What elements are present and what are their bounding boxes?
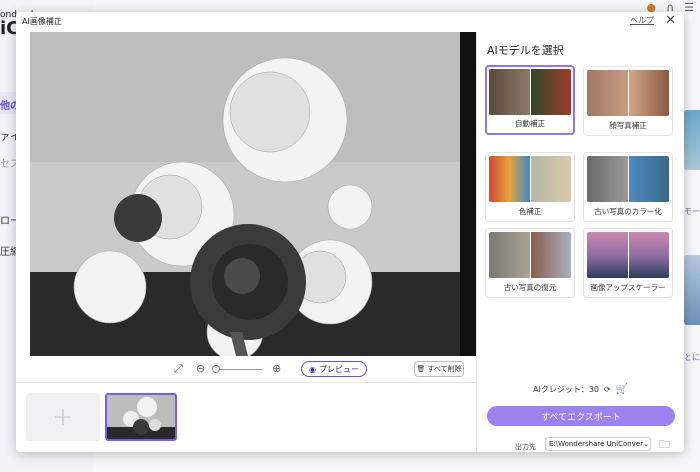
colorize-thumbnail [587, 156, 669, 202]
compare-divider [530, 232, 531, 278]
output-location-select[interactable]: E:\Wondershare UniConver ⌄ [545, 437, 651, 451]
dialog-title: AI画像補正 [22, 17, 62, 26]
compare-divider [530, 69, 531, 115]
model-label: 古い写真の復元 [503, 283, 557, 292]
eye-icon: ◉ [309, 364, 316, 374]
output-path-value: E:\Wondershare UniConver [549, 440, 644, 448]
compare-divider [628, 70, 629, 116]
preview-button[interactable]: ◉ プレビュー [301, 361, 367, 377]
background-right-thumbnails [684, 90, 700, 470]
preview-toolbar: ⤢ ⊖ ⊕ ◉ プレビュー 🗑 すべて削除 [16, 356, 476, 382]
model-panel-heading: AIモデルを選択 [487, 44, 564, 57]
compare-divider [628, 232, 629, 278]
auto-enhance-thumbnail [489, 69, 571, 115]
model-label: 古い写真のカラー化 [594, 207, 662, 216]
menu-icon[interactable]: ☰ [684, 1, 694, 14]
zoom-out-icon[interactable]: ⊖ [196, 362, 205, 375]
fit-screen-icon[interactable]: ⤢ [174, 362, 183, 376]
model-card-photo-restoration[interactable]: 古い写真の復元 [485, 228, 575, 298]
bg-thumb-2 [684, 255, 700, 325]
model-card-auto-enhance[interactable]: 自動補正 [485, 65, 575, 135]
ai-image-enhancer-dialog: AI画像補正 ヘルプ ✕ ⤢ ⊖ ⊕ ◉ プレビュー 🗑 すべて削除 + AIモ… [16, 12, 684, 452]
thumbnail-strip: + [16, 382, 476, 452]
upscaler-thumbnail [587, 232, 669, 278]
model-label: 自動補正 [515, 119, 545, 128]
output-location-label: 出力先 [515, 443, 536, 451]
image-preview [30, 32, 476, 356]
photo-restoration-thumbnail [489, 232, 571, 278]
model-label: 色補正 [518, 207, 542, 216]
face-enhance-thumbnail [587, 70, 669, 116]
chevron-down-icon: ⌄ [643, 440, 649, 448]
model-card-upscaler[interactable]: 画像アップスケーラー [583, 228, 673, 298]
bg-right-text-1: モー [684, 207, 700, 216]
plus-icon: + [52, 402, 74, 432]
folder-icon[interactable]: 🗀 [659, 436, 670, 452]
ai-model-panel: AIモデルを選択 自動補正 顔写真補正 色補正 古い写真のカラー化 古い写真の復… [476, 32, 684, 452]
color-correction-thumbnail [489, 156, 571, 202]
close-icon[interactable]: ✕ [665, 13, 676, 28]
add-image-button[interactable]: + [26, 393, 100, 441]
delete-all-label: すべて削除 [427, 365, 462, 373]
compare-divider [628, 156, 629, 202]
flower-image [30, 32, 476, 356]
preview-button-label: プレビュー [318, 364, 359, 374]
ai-credit-text: AIクレジット：30 [533, 385, 600, 394]
model-card-color-correction[interactable]: 色補正 [485, 152, 575, 222]
model-card-face-enhance[interactable]: 顔写真補正 [583, 66, 673, 136]
model-card-colorize[interactable]: 古い写真のカラー化 [583, 152, 673, 222]
bg-right-text-2: とに [684, 353, 700, 362]
zoom-in-icon[interactable]: ⊕ [272, 362, 281, 375]
trash-icon: 🗑 [416, 365, 426, 373]
thumbnail-image [107, 395, 175, 439]
zoom-slider-handle[interactable] [212, 365, 220, 373]
delete-all-button[interactable]: 🗑 すべて削除 [414, 361, 464, 377]
compare-divider [530, 156, 531, 202]
export-all-button[interactable]: すべてエクスポート [487, 406, 675, 426]
ai-credit-row: AIクレジット：30 ⟳ 🛒 [533, 384, 628, 395]
cart-icon[interactable]: 🛒 [616, 384, 628, 395]
image-thumbnail-selected[interactable] [105, 393, 177, 441]
help-link[interactable]: ヘルプ [630, 15, 654, 26]
model-label: 画像アップスケーラー [590, 283, 666, 292]
zoom-slider[interactable] [214, 369, 262, 370]
model-label: 顔写真補正 [609, 121, 647, 130]
refresh-icon[interactable]: ⟳ [604, 385, 611, 394]
bg-thumb-1 [684, 110, 700, 170]
